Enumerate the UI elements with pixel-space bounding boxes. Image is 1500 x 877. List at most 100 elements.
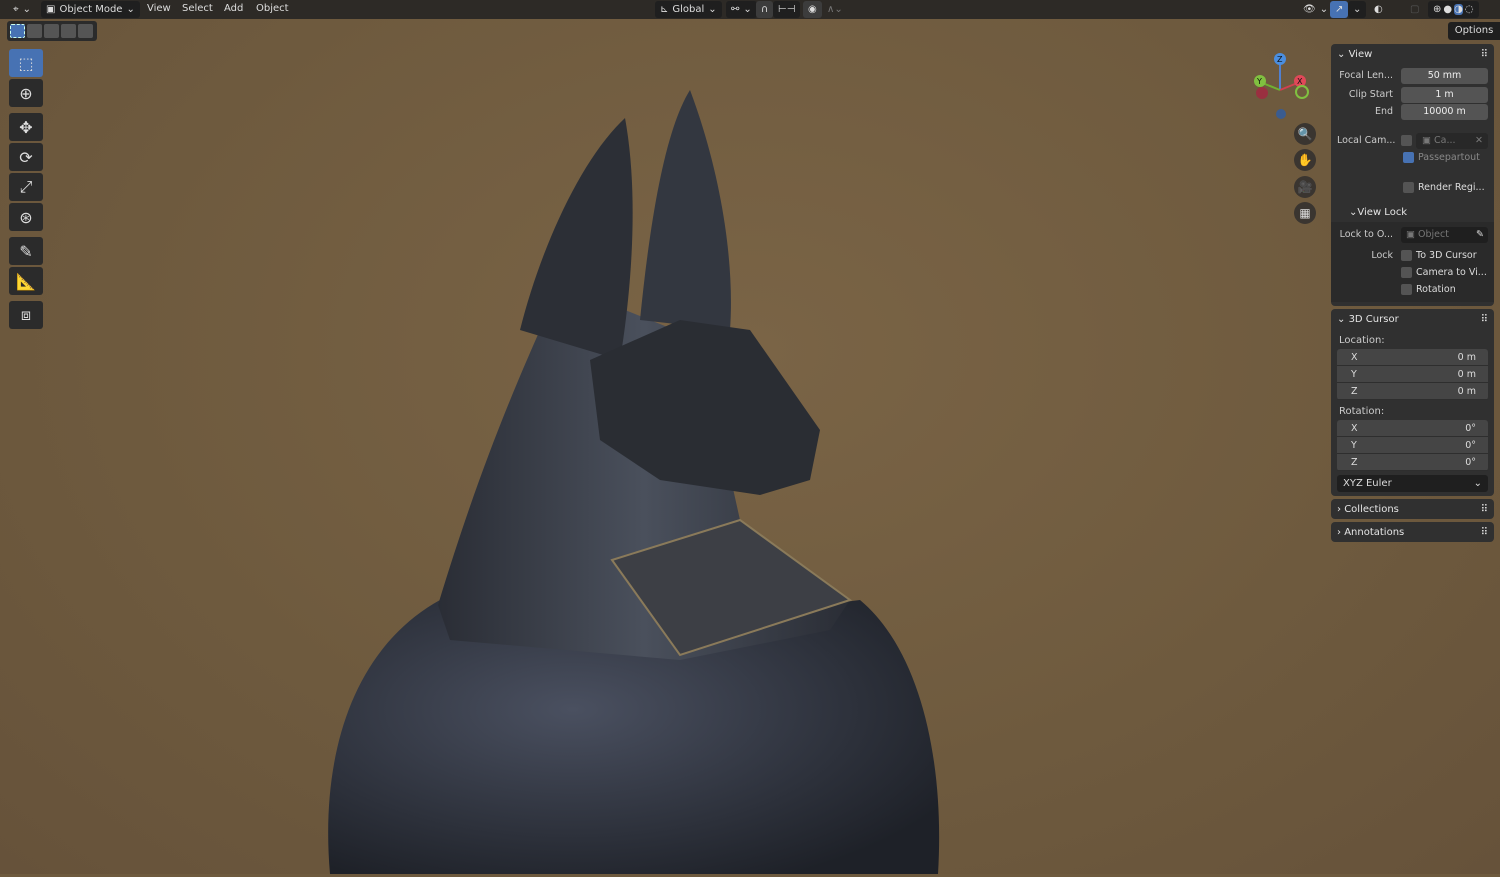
annotations-panel[interactable]: › Annotations ⠿ (1331, 522, 1494, 542)
add-cube-tool[interactable]: ⧈ (9, 301, 43, 329)
editor-type-icon: ⌖ (13, 4, 19, 15)
drag-handle-icon[interactable]: ⠿ (1481, 49, 1488, 60)
x-axis-label: X (1297, 77, 1303, 86)
rotation-x-field[interactable]: X 0° (1337, 420, 1488, 437)
chevron-down-icon: ⌄ (708, 4, 717, 15)
select-box-tool[interactable]: ⬚ (9, 49, 43, 77)
passepartout-checkbox[interactable] (1403, 152, 1414, 163)
sidebar-n-panel: ⌄ View ⠿ Focal Len... 50 mm Clip Start 1 m … (1331, 44, 1494, 545)
render-region-checkbox[interactable] (1403, 182, 1414, 193)
magnet-icon: ∩ (761, 4, 769, 15)
view-panel-header[interactable]: ⌄ View ⠿ (1331, 44, 1494, 64)
proportional-editing-toggle[interactable]: ◉ (803, 1, 822, 18)
transform-tool[interactable]: ⊛ (9, 203, 43, 231)
eyedropper-icon[interactable]: ✎ (1476, 227, 1488, 243)
clear-icon[interactable]: ✕ (1475, 133, 1488, 149)
rotation-mode-dropdown[interactable]: XYZ Euler ⌄ (1337, 475, 1488, 492)
rotation-z-field[interactable]: Z 0° (1337, 454, 1488, 471)
solid-shading-icon[interactable]: ● (1443, 4, 1452, 15)
overlays-toggle[interactable]: ◐ (1369, 1, 1388, 18)
camera-view-icon[interactable]: 🎥 (1294, 176, 1316, 198)
axis-value: 0° (1465, 457, 1476, 468)
drag-handle-icon[interactable]: ⠿ (1481, 314, 1488, 325)
select-intersect-icon[interactable] (78, 24, 93, 38)
select-extend-icon[interactable] (27, 24, 42, 38)
pan-hand-icon[interactable]: ✋ (1294, 149, 1316, 171)
rotation-mode-label: XYZ Euler (1343, 478, 1392, 489)
collections-panel[interactable]: › Collections ⠿ (1331, 499, 1494, 519)
chevron-down-icon: ⌄ (1473, 478, 1482, 489)
material-preview-icon[interactable]: ◑ (1454, 4, 1463, 15)
camera-to-view-checkbox[interactable] (1401, 267, 1412, 278)
gizmo-icon: ↗ (1335, 4, 1344, 15)
navigation-gizmo[interactable]: Z X Y (1250, 52, 1314, 122)
eye-icon: 👁 (1303, 4, 1316, 15)
axis-label: X (1351, 352, 1358, 363)
3d-cursor-panel-header[interactable]: ⌄ 3D Cursor ⠿ (1331, 309, 1494, 329)
lock-rotation-checkbox[interactable] (1401, 284, 1412, 295)
cursor-tool[interactable]: ⊕ (9, 79, 43, 107)
lock-label: Lock (1371, 250, 1393, 261)
location-z-field[interactable]: Z 0 m (1337, 383, 1488, 400)
mode-dropdown[interactable]: ▣ Object Mode ⌄ (41, 1, 140, 18)
clip-start-field[interactable]: 1 m (1401, 86, 1488, 103)
panel-title: Collections (1344, 503, 1399, 515)
lock-to-object-field[interactable]: ▣ Object ✎ (1401, 226, 1488, 243)
select-new-icon[interactable] (10, 24, 25, 38)
annotate-tool[interactable]: ✎ (9, 237, 43, 265)
menu-select[interactable]: Select (182, 3, 213, 14)
pivot-icon: ⚯ (731, 4, 740, 15)
transform-orientation-dropdown[interactable]: ⊾ Global ⌄ (655, 1, 722, 18)
snap-target-dropdown[interactable]: ⊢⊣ (773, 1, 801, 18)
view-lock-header[interactable]: ⌄ View Lock (1331, 202, 1494, 222)
clip-end-field[interactable]: 10000 m (1401, 103, 1488, 120)
panel-title: View (1348, 48, 1373, 60)
anubis-canopic-jar-model (328, 90, 940, 874)
location-y-field[interactable]: Y 0 m (1337, 366, 1488, 383)
chevron-down-icon: ⌄ (1349, 206, 1358, 218)
focal-length-field[interactable]: 50 mm (1401, 67, 1488, 84)
rendered-shading-icon[interactable]: ◌ (1465, 4, 1474, 15)
move-tool[interactable]: ✥ (9, 113, 43, 141)
rotation-y-field[interactable]: Y 0° (1337, 437, 1488, 454)
select-invert-icon[interactable] (61, 24, 76, 38)
perspective-grid-icon[interactable]: ▦ (1294, 202, 1316, 224)
axis-value: 0° (1465, 423, 1476, 434)
falloff-icon: ∧⌄ (827, 4, 843, 15)
drag-handle-icon[interactable]: ⠿ (1481, 504, 1488, 515)
menu-object[interactable]: Object (256, 3, 289, 14)
menu-add[interactable]: Add (224, 3, 243, 14)
measure-tool[interactable]: 📐 (9, 267, 43, 295)
to-3d-cursor-checkbox[interactable] (1401, 250, 1412, 261)
select-subtract-icon[interactable] (44, 24, 59, 38)
selection-mode-buttons (7, 21, 97, 41)
shading-modes: ⊕ ● ◑ ◌ (1428, 1, 1479, 18)
mode-label: Object Mode (59, 4, 123, 15)
rotate-tool[interactable]: ⟳ (9, 143, 43, 171)
visibility-dropdown[interactable]: 👁 ⌄ (1298, 1, 1333, 18)
menu-view[interactable]: View (147, 3, 171, 14)
chevron-down-icon: ⌄ (22, 4, 32, 15)
passepartout-label: Passepartout (1418, 152, 1480, 163)
location-label: Location: (1339, 335, 1385, 346)
editor-type-button[interactable]: ⌖ ⌄ (8, 1, 36, 18)
wireframe-shading-icon[interactable]: ⊕ (1433, 4, 1441, 15)
location-x-field[interactable]: X 0 m (1337, 349, 1488, 366)
xray-toggle[interactable]: ▢ (1405, 1, 1424, 18)
local-camera-field[interactable]: ▣ Ca... ✕ (1416, 132, 1488, 149)
header-bar: ⌖ ⌄ ▣ Object Mode ⌄ View Select Add Object … (0, 0, 1500, 19)
gizmo-dropdown[interactable]: ⌄ (1348, 1, 1367, 18)
drag-handle-icon[interactable]: ⠿ (1481, 527, 1488, 538)
local-camera-checkbox[interactable] (1401, 135, 1412, 146)
zoom-icon[interactable]: 🔍 (1294, 123, 1316, 145)
snap-toggle[interactable]: ∩ (756, 1, 774, 18)
scale-tool[interactable]: ⤢ (9, 173, 43, 201)
pivot-point-dropdown[interactable]: ⚯ ⌄ (726, 1, 757, 18)
gizmo-toggle[interactable]: ↗ (1330, 1, 1348, 18)
chevron-down-icon: ⌄ (126, 4, 135, 15)
falloff-dropdown[interactable]: ∧⌄ (822, 1, 848, 18)
options-button[interactable]: Options (1448, 22, 1500, 40)
xray-icon: ▢ (1410, 4, 1420, 15)
rotation-vector: X 0° Y 0° Z 0° (1337, 420, 1488, 471)
3d-viewport[interactable] (0, 0, 1500, 874)
